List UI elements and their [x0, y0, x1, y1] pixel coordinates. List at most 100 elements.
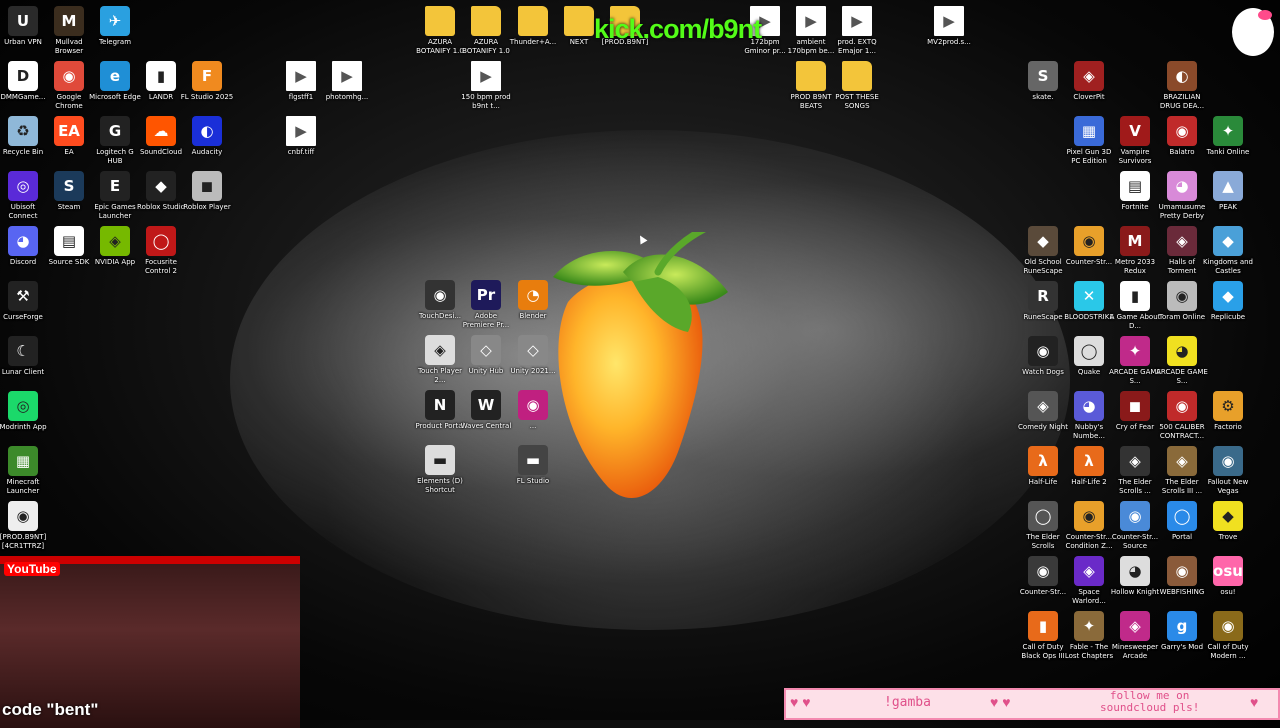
shortcut-label: 150 bpm prod b9nt t...	[461, 93, 511, 110]
shortcut-label: Cry of Fear	[1115, 423, 1155, 431]
desktop-shortcut[interactable]: ◕ Hollow Knight	[1108, 556, 1162, 597]
desktop-shortcut[interactable]: ▶ 150 bpm prod b9nt t...	[459, 61, 513, 111]
desktop-shortcut[interactable]: osu osu!	[1201, 556, 1255, 597]
desktop-shortcut[interactable]: F FL Studio 2025	[180, 61, 234, 102]
desktop-shortcut[interactable]: ◐ BRAZILIAN DRUG DEA...	[1155, 61, 1209, 111]
desktop-shortcut[interactable]: POST THESE SONGS	[830, 61, 884, 111]
desktop-shortcut[interactable]: ◉ Fallout New Vegas	[1201, 446, 1255, 496]
desktop-shortcut[interactable]: ◆ Kingdoms and Castles	[1201, 226, 1255, 276]
old-school-runescape-icon: ◆	[1028, 226, 1058, 256]
shortcut-label: BRAZILIAN DRUG DEA...	[1159, 93, 1205, 110]
desktop-shortcut[interactable]: ◈ Minesweeper Arcade	[1108, 611, 1162, 661]
metro-2033-icon: M	[1120, 226, 1150, 256]
desktop-shortcut[interactable]: ◼ Cry of Fear	[1108, 391, 1162, 432]
desktop-shortcut[interactable]: ⚙ Factorio	[1201, 391, 1255, 432]
modrinth-icon: ◎	[8, 391, 38, 421]
desktop-shortcut[interactable]: ◈ The Elder Scrolls ...	[1108, 446, 1162, 496]
vampire-survivors-icon: V	[1120, 116, 1150, 146]
shortcut-label: Modrinth App	[0, 423, 47, 431]
desktop-shortcut[interactable]: ◆ Trove	[1201, 501, 1255, 542]
desktop-shortcut[interactable]: ▶ prod. EXTQ Emajor 1...	[830, 6, 884, 56]
desktop-shortcut[interactable]: ▲ PEAK	[1201, 171, 1255, 212]
desktop-shortcut[interactable]: ◼ Roblox Player	[180, 171, 234, 212]
kitty-bow	[1258, 10, 1272, 20]
desktop-shortcut[interactable]: ▶ photomhg...	[320, 61, 374, 102]
desktop-shortcut[interactable]: ◆ Replicube	[1201, 281, 1255, 322]
elder-scrolls-2-icon: ◈	[1167, 446, 1197, 476]
desktop-shortcut[interactable]: ◉ Counter-Str... Source	[1108, 501, 1162, 551]
audio-ambient-icon: ▶	[796, 6, 826, 36]
desktop-shortcut[interactable]: ▶ cnbf.tiff	[274, 116, 328, 157]
elements-shortcut-icon: ▬	[425, 445, 455, 475]
replicube-icon: ◆	[1213, 281, 1243, 311]
shortcut-label: ARCADE GAME S...	[1156, 368, 1208, 385]
shortcut-label: Waves Central	[460, 422, 512, 430]
curseforge-icon: ⚒	[8, 281, 38, 311]
shortcut-label: [PROD.B9NT] [4CR1TTRZ]	[0, 533, 47, 550]
file-flgstff-icon: ▶	[286, 61, 316, 91]
touchdesigner-icon: ◉	[425, 280, 455, 310]
desktop-shortcut[interactable]: ▬ Elements (D) Shortcut	[413, 445, 467, 495]
mullvad-browser-icon: M	[54, 6, 84, 36]
heart-icon: ♥ ♥	[990, 694, 1011, 710]
desktop-shortcut[interactable]: ◈ CloverPit	[1062, 61, 1116, 102]
shortcut-label: MV2prod.s...	[927, 38, 971, 46]
desktop-shortcut[interactable]: ◉ Call of Duty Modern ...	[1201, 611, 1255, 661]
shortcut-label: cnbf.tiff	[287, 148, 315, 156]
focusrite-icon: ◯	[146, 226, 176, 256]
half-life-2-icon: λ	[1074, 446, 1104, 476]
shortcut-label: Call of Duty Modern ...	[1207, 643, 1249, 660]
desktop-shortcut[interactable]: ☾ Lunar Client	[0, 336, 50, 377]
epic-games-icon: E	[100, 171, 130, 201]
desktop-shortcut[interactable]: ◇ Unity Hub	[459, 335, 513, 376]
recycle-bin-icon: ♻	[8, 116, 38, 146]
fable-icon: ✦	[1074, 611, 1104, 641]
desktop-shortcut[interactable]: ◉ [PROD.B9NT] [4CR1TTRZ]	[0, 501, 50, 551]
desktop-shortcut[interactable]: V Vampire Survivors	[1108, 116, 1162, 166]
audio-extq-icon: ▶	[842, 6, 872, 36]
desktop-shortcut[interactable]: Pr Adobe Premiere Pr...	[459, 280, 513, 330]
shortcut-label: Counter-Str... Source	[1111, 533, 1159, 550]
trove-icon: ◆	[1213, 501, 1243, 531]
desktop-shortcut[interactable]: AZURA BOTANIFY 1.0	[459, 6, 513, 56]
roblox-studio-icon: ◆	[146, 171, 176, 201]
desktop-shortcut[interactable]: ▤ Fortnite	[1108, 171, 1162, 212]
desktop-shortcut[interactable]: ▦ Minecraft Launcher	[0, 446, 50, 496]
desktop-shortcut[interactable]: ⚒ CurseForge	[0, 281, 50, 322]
ea-icon: EA	[54, 116, 84, 146]
fallout-new-vegas-icon: ◉	[1213, 446, 1243, 476]
follow-soundcloud-text: follow me on soundcloud pls!	[1100, 690, 1199, 714]
lunar-client-icon: ☾	[8, 336, 38, 366]
shortcut-label: Tanki Online	[1206, 148, 1250, 156]
desktop-shortcut[interactable]: W Waves Central	[459, 390, 513, 431]
shortcut-label: CloverPit	[1073, 93, 1105, 101]
desktop-shortcut[interactable]: ✦ Tanki Online	[1201, 116, 1255, 157]
audio-mv2-icon: ▶	[934, 6, 964, 36]
shortcut-label: Minecraft Launcher	[6, 478, 40, 495]
shortcut-label: Focusrite Control 2	[145, 258, 177, 275]
shortcut-label: Fortnite	[1121, 203, 1149, 211]
desktop-shortcut[interactable]: ◯ Focusrite Control 2	[134, 226, 188, 276]
microsoft-edge-icon: e	[100, 61, 130, 91]
toram-online-icon: ◉	[1167, 281, 1197, 311]
desktop-shortcut[interactable]: M Metro 2033 Redux	[1108, 226, 1162, 276]
shortcut-label: Hollow Knight	[1110, 588, 1160, 596]
discord-icon: ◕	[8, 226, 38, 256]
desktop-shortcut[interactable]: ▮ A Game About D...	[1108, 281, 1162, 331]
fl-studio-icon: F	[192, 61, 222, 91]
desktop-shortcut[interactable]: ◕ ARCADE GAME S...	[1155, 336, 1209, 386]
garrys-mod-icon: g	[1167, 611, 1197, 641]
desktop-shortcut[interactable]: ◐ Audacity	[180, 116, 234, 157]
shortcut-label: Trove	[1218, 533, 1238, 541]
desktop-shortcut[interactable]: ✦ ARCADE GAME S...	[1108, 336, 1162, 386]
desktop-shortcut[interactable]: ▶ MV2prod.s...	[922, 6, 976, 47]
desktop-shortcut[interactable]: ◎ Modrinth App	[0, 391, 50, 432]
500-caliber-icon: ◉	[1167, 391, 1197, 421]
desktop-shortcut[interactable]: ✈ Telegram	[88, 6, 142, 47]
shortcut-label: Minesweeper Arcade	[1111, 643, 1159, 660]
minecraft-launcher-icon: ▦	[8, 446, 38, 476]
shortcut-label: Factorio	[1214, 423, 1242, 431]
elder-scrolls-3-icon: ◯	[1028, 501, 1058, 531]
brazilian-drug-icon: ◐	[1167, 61, 1197, 91]
shortcut-label: Lunar Client	[1, 368, 45, 376]
